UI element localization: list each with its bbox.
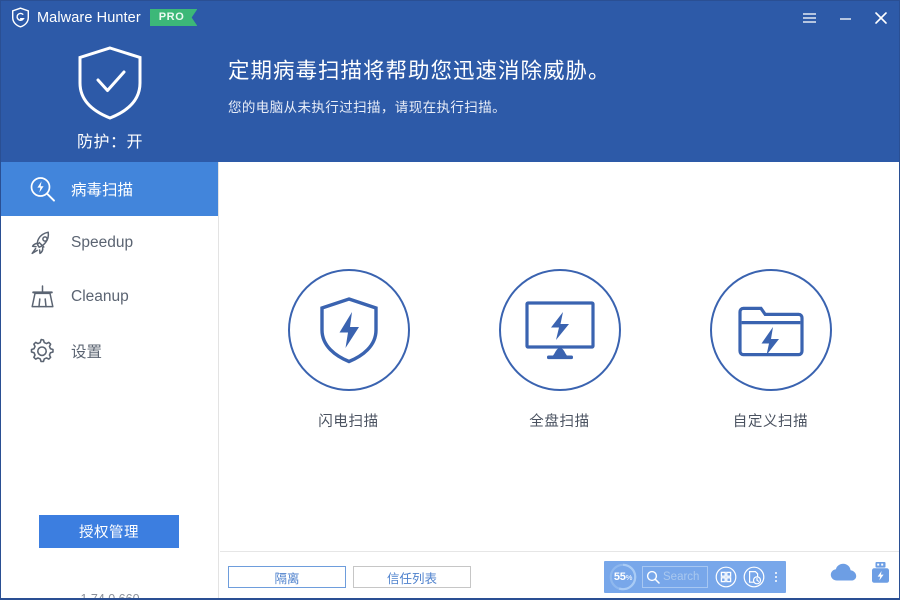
bottom-bar: 隔离 信任列表 xyxy=(220,552,899,598)
gauge-number: 55 xyxy=(613,571,626,583)
document-clock-icon xyxy=(743,566,765,588)
magnifier-icon xyxy=(646,570,660,584)
sidebar-item-label: 病毒扫描 xyxy=(71,182,134,199)
close-button[interactable] xyxy=(863,1,899,34)
title-bar: Malware Hunter PRO xyxy=(1,1,899,34)
app-brand: Malware Hunter PRO xyxy=(1,1,198,34)
rocket-icon xyxy=(27,228,57,258)
sidebar-item-label: Cleanup xyxy=(71,288,129,305)
sidebar-item-settings[interactable]: 设置 xyxy=(1,324,218,378)
protection-status-text: 防护：开 xyxy=(76,134,143,151)
overlay-search-box[interactable]: Search xyxy=(642,566,709,588)
scan-option-circle xyxy=(709,269,832,391)
shield-bolt-icon xyxy=(319,297,378,364)
cloud-icon[interactable] xyxy=(830,563,857,582)
sidebar-item-virus-scan[interactable]: 病毒扫描 xyxy=(1,162,218,216)
overlay-history-button[interactable] xyxy=(743,566,765,589)
close-icon xyxy=(875,11,887,24)
sidebar-item-label: 设置 xyxy=(71,344,103,361)
overlay-search-placeholder: Search xyxy=(663,571,700,583)
license-management-button[interactable]: 授权管理 xyxy=(39,515,179,548)
sidebar-item-cleanup[interactable]: Cleanup xyxy=(1,270,218,324)
scan-magnifier-bolt-icon xyxy=(27,174,57,204)
more-vertical-icon xyxy=(774,576,777,578)
sidebar-nav: 病毒扫描 Speedup Cleanup 设置 xyxy=(1,162,218,378)
broom-icon xyxy=(27,282,57,312)
app-name: Malware Hunter xyxy=(37,9,141,26)
pro-badge: PRO xyxy=(149,9,198,26)
window-bottom-edge xyxy=(1,598,899,599)
minimize-icon xyxy=(839,17,851,20)
bottom-tray-icons xyxy=(830,561,891,584)
malware-hunter-window: Malware Hunter PRO 防护：开 病毒扫描 Speedup Cle… xyxy=(0,0,900,600)
shield-g-icon xyxy=(11,7,30,28)
gear-icon xyxy=(27,336,57,366)
gauge-value: 55% xyxy=(613,571,633,583)
banner-title: 定期病毒扫描将帮助您迅速消除威胁。 xyxy=(228,59,611,83)
memory-usage-gauge[interactable]: 55% xyxy=(609,563,637,591)
shield-check-icon xyxy=(78,46,142,120)
monitor-bolt-icon xyxy=(524,301,595,360)
scan-options-row: 闪电扫描 全盘扫描 自定义扫描 xyxy=(220,269,899,431)
sidebar-item-label: Speedup xyxy=(71,234,134,251)
scan-option-label: 闪电扫描 xyxy=(318,414,379,430)
overlay-more-button[interactable] xyxy=(770,572,781,582)
usb-bolt-icon[interactable] xyxy=(870,561,891,584)
scan-option-label: 自定义扫描 xyxy=(732,414,809,430)
minimize-button[interactable] xyxy=(827,1,863,34)
grid-squares-icon xyxy=(715,566,737,588)
overlay-grid-button[interactable] xyxy=(714,566,737,589)
scan-option-circle xyxy=(287,269,410,391)
scan-option-circle xyxy=(498,269,621,391)
banner-subtitle: 您的电脑从未执行过扫描，请现在执行扫描。 xyxy=(228,100,506,115)
window-controls xyxy=(791,1,899,34)
more-vertical-icon xyxy=(774,580,777,582)
quarantine-button[interactable]: 隔离 xyxy=(228,566,346,588)
header-banner: 定期病毒扫描将帮助您迅速消除威胁。 您的电脑从未执行过扫描，请现在执行扫描。 xyxy=(219,34,899,162)
protection-status-panel: 防护：开 xyxy=(1,34,219,162)
sidebar-item-speedup[interactable]: Speedup xyxy=(1,216,218,270)
folder-bolt-icon xyxy=(737,306,804,357)
scan-option-custom[interactable]: 自定义扫描 xyxy=(707,269,835,431)
floating-overlay-widget: 55% Search xyxy=(604,561,786,593)
hamburger-menu-icon xyxy=(802,12,816,23)
more-vertical-icon xyxy=(774,572,777,574)
scan-option-label: 全盘扫描 xyxy=(529,414,590,430)
gauge-unit: % xyxy=(625,573,633,582)
scan-option-flash[interactable]: 闪电扫描 xyxy=(285,269,413,431)
sidebar: 防护：开 病毒扫描 Speedup Cleanup 设置 授权管理 1.74.0… xyxy=(1,34,219,599)
scan-option-full[interactable]: 全盘扫描 xyxy=(496,269,624,431)
main-content: 闪电扫描 全盘扫描 自定义扫描 xyxy=(220,162,899,599)
trust-list-button[interactable]: 信任列表 xyxy=(353,566,471,588)
hamburger-menu-button[interactable] xyxy=(791,1,827,34)
